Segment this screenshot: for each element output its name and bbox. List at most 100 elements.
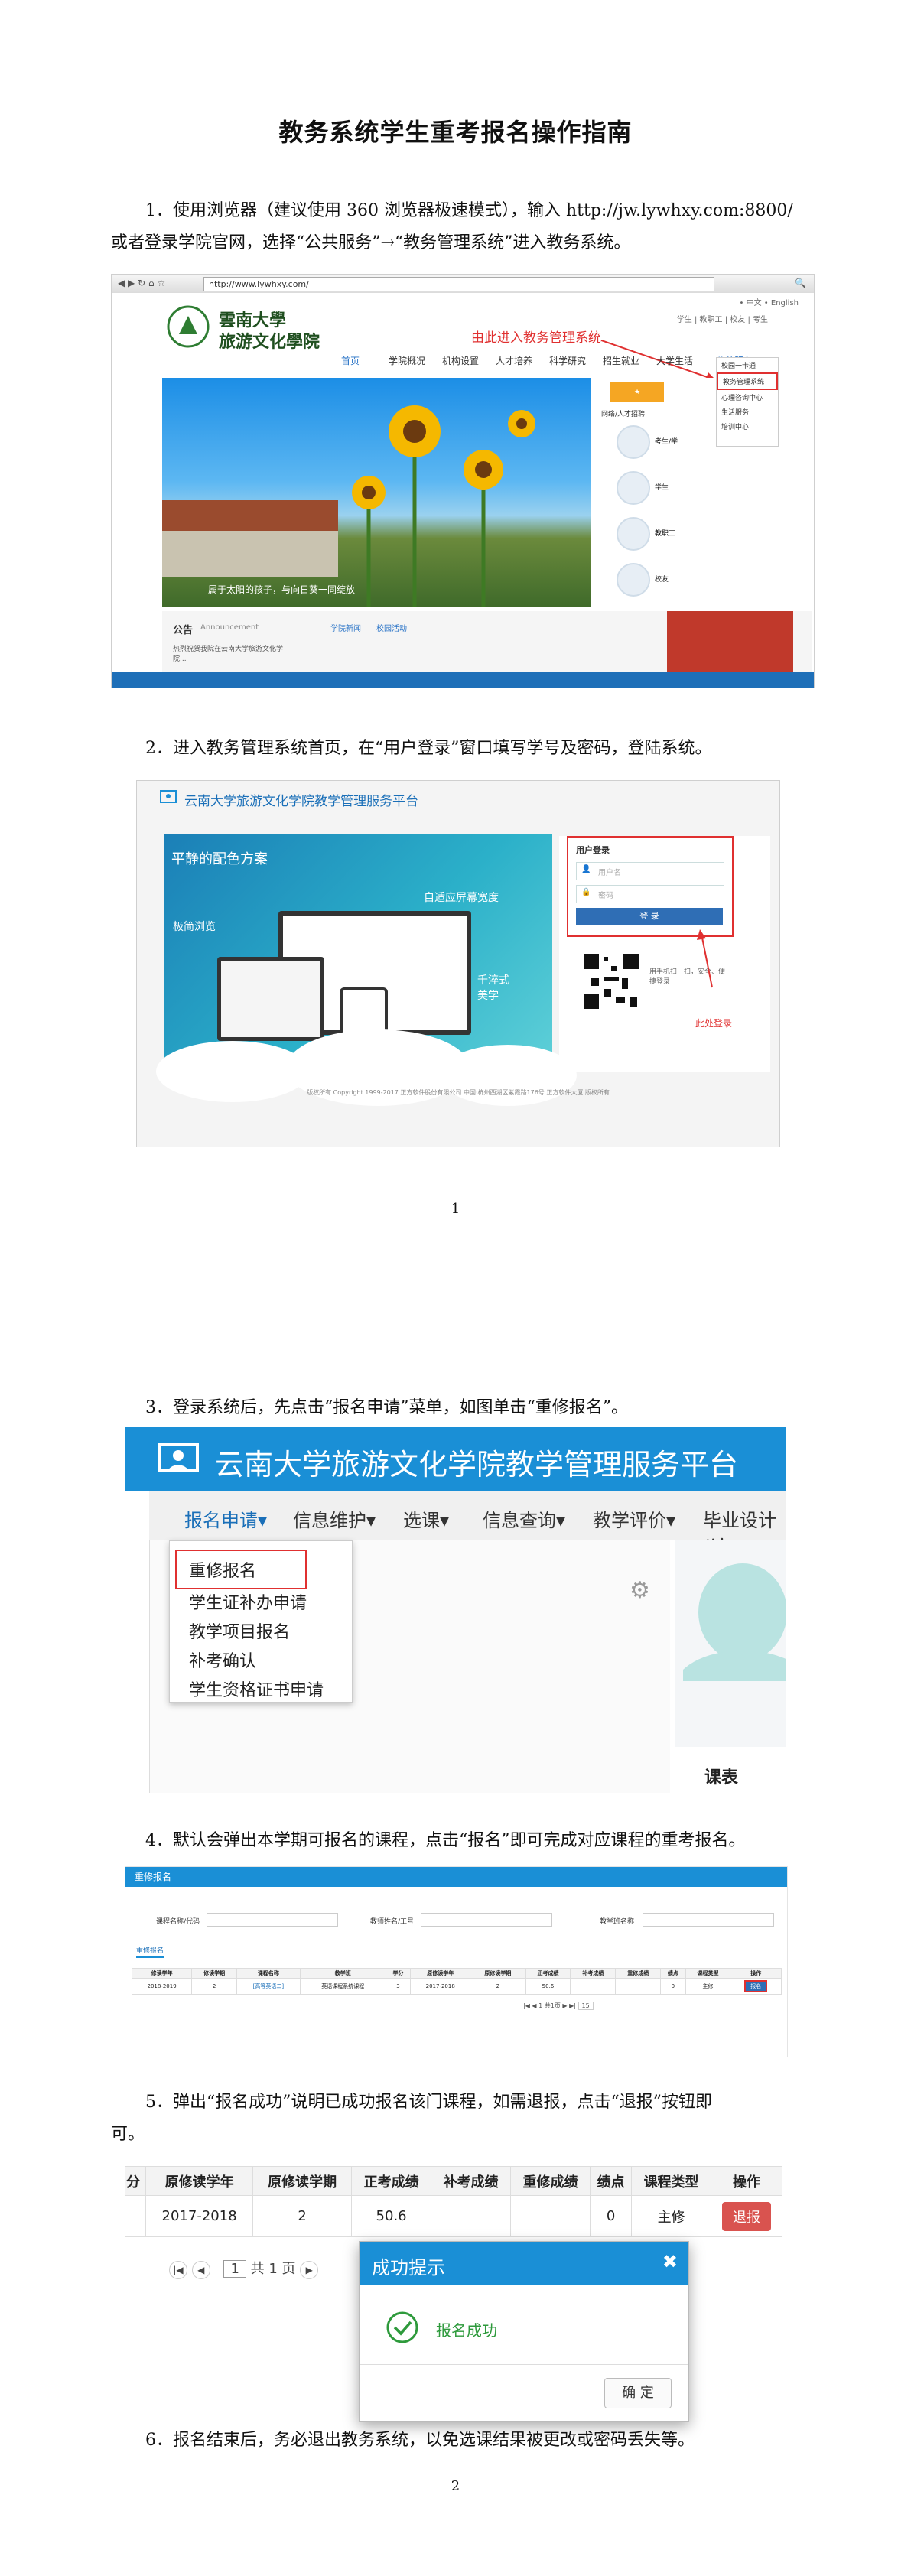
dropdown-item-card[interactable]: 校园一卡通 <box>717 358 778 372</box>
nav-departments[interactable]: 机构设置 <box>442 354 479 367</box>
pager-first-icon[interactable]: |◀ <box>169 2261 187 2279</box>
pager-next-icon[interactable]: ▶ <box>300 2261 319 2279</box>
col-exam-score: 正考成绩 <box>351 2166 432 2196</box>
login-button[interactable]: 登 录 <box>576 908 723 925</box>
col-class: 教学班 <box>299 1968 386 1979</box>
tab-retake[interactable]: 重修报名 <box>136 1945 164 1958</box>
menu-info-query[interactable]: 信息查询▾ <box>483 1505 565 1532</box>
windows-taskbar <box>112 672 814 688</box>
browser-nav-icons: ◀ ▶ ↻ ⌂ ☆ <box>118 278 166 288</box>
confirm-button[interactable]: 确 定 <box>604 2378 672 2408</box>
pager-next-icon[interactable]: ▶ <box>562 2002 567 2009</box>
filter-teacher-input[interactable] <box>421 1913 552 1927</box>
result-table: 分 原修读学年 原修读学期 正考成绩 补考成绩 重修成绩 绩点 课程类型 操作 … <box>125 2166 782 2237</box>
cell-term: 2 <box>191 1978 238 1995</box>
password-input[interactable]: 🔒 密码 <box>576 885 724 903</box>
slogan-minimal: 极简浏览 <box>173 921 216 933</box>
tab-activities[interactable]: 校园活动 <box>376 622 407 633</box>
pager-first-icon[interactable]: |◀ <box>523 2002 530 2009</box>
pager-prev-icon[interactable]: ◀ <box>191 2261 210 2279</box>
login-title: 用户登录 <box>576 845 610 855</box>
col-orig-term: 原修读学期 <box>252 2166 353 2196</box>
nav-education[interactable]: 人才培养 <box>496 354 532 367</box>
nav-home[interactable]: 首页 <box>341 354 360 367</box>
lang-links[interactable]: • 中文 • English <box>740 296 799 307</box>
prospective-student-icon[interactable] <box>617 425 650 459</box>
dropdown-id-card-reissue[interactable]: 学生证补办申请 <box>189 1589 307 1614</box>
lock-icon: 🔒 <box>581 888 591 896</box>
close-icon[interactable]: ✖ <box>662 2251 678 2272</box>
username-input[interactable]: 👤 用户名 <box>576 862 724 880</box>
table-header-row: 修读学年 修读学期 课程名称 教学班 学分 原修读学年 原修读学期 正考成绩 补… <box>131 1968 782 1979</box>
page-size-select[interactable]: 15 <box>578 2002 594 2010</box>
side-item-staff[interactable]: 教职工 <box>655 528 675 538</box>
browser-search-icon[interactable]: 🔍 <box>795 278 806 288</box>
side-item-alumni[interactable]: 校友 <box>655 574 669 584</box>
col-retake-score: 重修成绩 <box>510 2166 591 2196</box>
col-term: 修读学期 <box>191 1968 238 1979</box>
dropdown-certificate[interactable]: 学生资格证书申请 <box>189 1677 324 1701</box>
cloud-shape-right <box>439 1045 577 1106</box>
audience-links[interactable]: 学生 | 教职工 | 校友 | 考生 <box>677 313 768 324</box>
login-side: 用户登录 👤 用户名 🔒 密码 登 录 用手机扫一扫，安全、便捷登录 此处登录 <box>559 836 770 1072</box>
col-type: 课程类型 <box>685 1968 731 1979</box>
nav-campus-life[interactable]: 大学生活 <box>656 354 693 367</box>
pager-last-icon[interactable]: ▶| <box>569 2002 576 2009</box>
slogan-aesthetics: 千淬式 美学 <box>477 974 509 1002</box>
step5-line2: 可。 <box>111 2125 145 2144</box>
student-icon[interactable] <box>617 471 650 505</box>
modal-header: 成功提示 ✖ <box>360 2242 688 2285</box>
school-name-line2: 旅游文化學院 <box>219 332 320 352</box>
table-row: 2018-2019 2 [高等英语二] 英语课程系统课程 3 2017-2018… <box>131 1978 782 1995</box>
step3-line1: 3．登录系统后，先点击“报名申请”菜单，如图单击“重修报名”。 <box>145 1398 628 1417</box>
dropdown-makeup-exam[interactable]: 补考确认 <box>189 1647 256 1672</box>
cell-course[interactable]: [高等英语二] <box>236 1978 301 1995</box>
platform-title: 云南大学旅游文化学院教学管理服务平台 <box>215 1448 739 1482</box>
dropdown-item-training[interactable]: 培训中心 <box>717 419 778 434</box>
register-button[interactable]: 报名 <box>744 1980 768 1992</box>
side-item-student[interactable]: 学生 <box>655 482 669 492</box>
cell-gpa: 0 <box>660 1978 686 1995</box>
cell-retake-score <box>615 1978 662 1995</box>
side-item-prospective[interactable]: 考生/学 <box>655 436 678 446</box>
device-mockup-tablet <box>217 957 324 1041</box>
gear-icon[interactable]: ⚙ <box>630 1577 650 1604</box>
hero-panel: 平静的配色方案 自适应屏幕宽度 极简浏览 千淬式 美学 <box>156 834 577 1106</box>
pager-info: 1 共1页 <box>538 2002 561 2009</box>
notice-sublabel: Announcement <box>200 623 259 632</box>
annotation-login-here: 此处登录 <box>695 1018 733 1029</box>
quick-link-badge[interactable]: ★ <box>610 382 664 402</box>
staff-icon[interactable] <box>617 517 650 551</box>
cell-exam-score: 50.6 <box>525 1978 571 1995</box>
dropdown-item-life-service[interactable]: 生活服务 <box>717 405 778 419</box>
nav-research[interactable]: 科学研究 <box>549 354 586 367</box>
filter-teacher-label: 教师姓名/工号 <box>370 1918 415 1926</box>
nav-about[interactable]: 学院概况 <box>389 354 425 367</box>
dropdown-teaching-project[interactable]: 教学项目报名 <box>189 1618 290 1643</box>
withdraw-button[interactable]: 退报 <box>722 2201 772 2231</box>
menu-course-selection[interactable]: 选课▾ <box>403 1505 449 1532</box>
alumni-icon[interactable] <box>617 563 650 597</box>
cell-type: 主修 <box>631 2195 712 2237</box>
notice-text[interactable]: 热烈祝贺我院在云南大学旅游文化学院... <box>173 643 288 663</box>
nav-admissions[interactable]: 招生就业 <box>603 354 639 367</box>
qr-code-icon[interactable] <box>581 951 642 1012</box>
pager-page-input[interactable]: 1 <box>223 2260 246 2278</box>
cell-orig-year: 2017-2018 <box>410 1978 471 1995</box>
menu-info-maintenance[interactable]: 信息维护▾ <box>293 1505 376 1532</box>
pager-prev-icon[interactable]: ◀ <box>532 2002 536 2009</box>
filter-class-input[interactable] <box>643 1913 774 1927</box>
menu-teaching-eval[interactable]: 教学评价▾ <box>593 1505 675 1532</box>
filter-course-input[interactable] <box>207 1913 338 1927</box>
cell-makeup-score <box>570 1978 617 1995</box>
browser-url-bar[interactable]: http://www.lywhxy.com/ <box>203 277 714 291</box>
dropdown-item-academic-system[interactable]: 教务管理系统 <box>717 372 778 390</box>
cell-makeup-score <box>431 2195 512 2237</box>
tab-news[interactable]: 学院新闻 <box>330 622 361 633</box>
dropdown-item-counseling[interactable]: 心理咨询中心 <box>717 390 778 405</box>
menu-registration[interactable]: 报名申请▾ <box>184 1505 267 1532</box>
retake-table: 修读学年 修读学期 课程名称 教学班 学分 原修读学年 原修读学期 正考成绩 补… <box>131 1968 782 1995</box>
slogan-palette: 平静的配色方案 <box>171 851 268 867</box>
dropdown-retake-registration[interactable]: 重修报名 <box>189 1557 256 1582</box>
col-action: 操作 <box>730 1968 782 1979</box>
